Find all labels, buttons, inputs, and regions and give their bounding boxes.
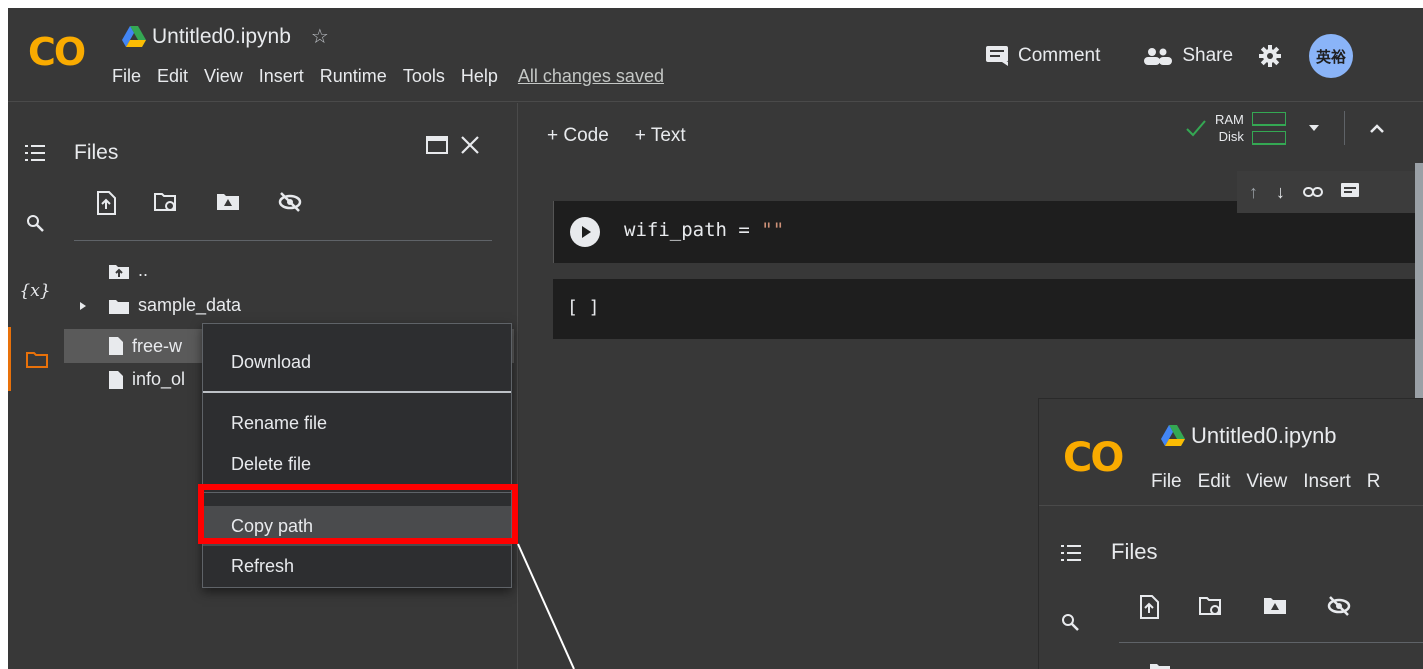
annotation-pointer-line (517, 543, 575, 669)
colab-window: CO Untitled0.ipynb ☆ File Edit View Inse… (8, 8, 1423, 669)
